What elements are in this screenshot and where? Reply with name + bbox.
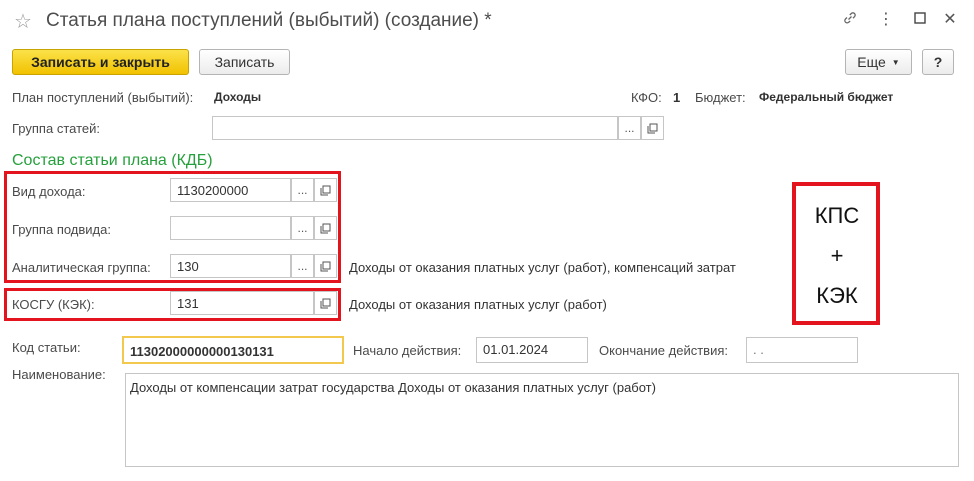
more-button[interactable]: Еще ▼ (845, 49, 912, 75)
close-icon[interactable]: ✕ (940, 10, 960, 30)
open-icon[interactable] (314, 216, 337, 240)
kfo-value[interactable]: 1 (673, 90, 680, 105)
annotation-line-1: КПС (814, 203, 860, 228)
budget-label: Бюджет: (695, 90, 746, 105)
annotation-line-2: + (830, 243, 844, 268)
help-button[interactable]: ? (922, 49, 954, 75)
open-icon[interactable] (314, 178, 337, 202)
maximize-icon[interactable] (910, 10, 930, 30)
end-date-input[interactable]: . . (746, 337, 858, 363)
select-button[interactable]: ... (291, 178, 314, 202)
plan-value[interactable]: Доходы (214, 90, 261, 104)
kosgu-description: Доходы от оказания платных услуг (работ) (349, 297, 607, 312)
annotation-line-3: КЭК (816, 283, 858, 308)
code-input[interactable]: 11302000000000130131 (122, 336, 344, 364)
analytic-group-description: Доходы от оказания платных услуг (работ)… (349, 260, 736, 275)
income-type-input[interactable]: 1130200000 (170, 178, 291, 202)
open-icon[interactable] (314, 254, 337, 278)
open-icon[interactable] (641, 116, 664, 140)
select-button[interactable]: ... (291, 254, 314, 278)
code-label: Код статьи: (12, 340, 81, 355)
link-icon[interactable] (840, 10, 860, 32)
kfo-label: КФО: (631, 90, 662, 105)
subtype-group-label: Группа подвида: (12, 222, 111, 237)
analytic-group-input[interactable]: 130 (170, 254, 291, 278)
chevron-down-icon: ▼ (891, 57, 900, 67)
start-date-input[interactable]: 01.01.2024 (476, 337, 588, 363)
name-label: Наименование: (12, 367, 106, 382)
name-textarea[interactable]: Доходы от компенсации затрат государства… (125, 373, 959, 467)
group-label: Группа статей: (12, 121, 100, 136)
section-title: Состав статьи плана (КДБ) (12, 152, 213, 169)
end-date-label: Окончание действия: (599, 343, 728, 358)
open-icon[interactable] (314, 291, 337, 315)
start-date-label: Начало действия: (353, 343, 462, 358)
kosgu-label: КОСГУ (КЭК): (12, 297, 95, 312)
kosgu-input[interactable]: 131 (170, 291, 314, 315)
save-button[interactable]: Записать (199, 49, 290, 75)
income-type-label: Вид дохода: (12, 184, 86, 199)
save-and-close-button[interactable]: Записать и закрыть (12, 49, 189, 75)
budget-value[interactable]: Федеральный бюджет (759, 90, 893, 104)
plan-label: План поступлений (выбытий): (12, 90, 194, 105)
select-button[interactable]: ... (291, 216, 314, 240)
subtype-group-input[interactable] (170, 216, 291, 240)
star-icon[interactable]: ☆ (14, 9, 32, 34)
more-vertical-icon[interactable]: ⋮ (876, 10, 896, 30)
analytic-group-label: Аналитическая группа: (12, 260, 151, 275)
select-button[interactable]: ... (618, 116, 641, 140)
window-title: Статья плана поступлений (выбытий) (созд… (46, 10, 492, 31)
group-input[interactable] (212, 116, 618, 140)
more-label: Еще (857, 54, 886, 70)
